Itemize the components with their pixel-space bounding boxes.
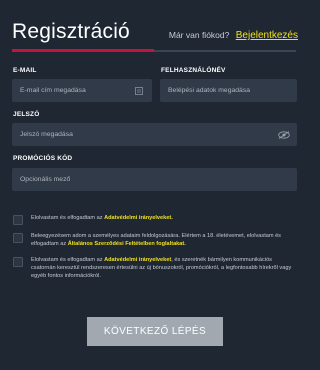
email-placeholder: E-mail cím megadása (20, 87, 86, 94)
email-field[interactable]: E-mail cím megadása (12, 79, 152, 102)
privacy-policy-link[interactable]: Adatvédelmi irányelveket (104, 257, 171, 263)
password-label: JELSZÓ (13, 111, 40, 118)
consent-text: Elolvastam és elfogadtam az (31, 215, 105, 221)
login-hint: Már van fiókod? Bejelentkezés (169, 30, 298, 41)
consent-terms-text: Beleegyezésem adom a személyes adataim f… (31, 232, 297, 248)
consent-marketing-text: Elolvastam és elfogadtam az Adatvédelmi … (31, 256, 297, 281)
password-field[interactable]: Jelszó megadása (12, 123, 297, 146)
username-field[interactable]: Belépési adatok megadása (160, 79, 297, 102)
username-label: FELHASZNÁLÓNÉV (161, 67, 226, 74)
consent-terms: Beleegyezésem adom a személyes adataim f… (13, 232, 297, 248)
username-placeholder: Belépési adatok megadása (168, 87, 250, 94)
next-step-button[interactable]: KÖVETKEZŐ LÉPÉS (87, 317, 223, 346)
promo-placeholder: Opcionális mező (20, 176, 71, 183)
contact-card-icon (132, 86, 146, 95)
header-divider-accent (12, 49, 154, 52)
consent-marketing: Elolvastam és elfogadtam az Adatvédelmi … (13, 256, 297, 281)
consent-marketing-checkbox[interactable] (13, 257, 23, 267)
page-title: Regisztráció (12, 20, 130, 43)
consent-privacy: Elolvastam és elfogadtam az Adatvédelmi … (13, 214, 297, 225)
privacy-policy-link[interactable]: Adatvédelmi irányelveket. (104, 215, 173, 221)
password-placeholder: Jelszó megadása (20, 131, 73, 138)
login-link[interactable]: Bejelentkezés (236, 30, 298, 41)
consent-terms-checkbox[interactable] (13, 233, 23, 243)
login-prompt: Már van fiókod? (168, 30, 230, 40)
terms-link[interactable]: Általános Szerződési Feltételben foglalt… (68, 241, 186, 247)
promo-label: PROMÓCIÓS KÓD (13, 155, 73, 162)
eye-hidden-icon[interactable] (277, 130, 291, 139)
consent-text: Elolvastam és elfogadtam az (31, 257, 105, 263)
consent-privacy-text: Elolvastam és elfogadtam az Adatvédelmi … (31, 214, 297, 222)
promo-code-field[interactable]: Opcionális mező (12, 168, 297, 191)
consent-privacy-checkbox[interactable] (13, 215, 23, 225)
email-label: E-MAIL (13, 67, 37, 74)
